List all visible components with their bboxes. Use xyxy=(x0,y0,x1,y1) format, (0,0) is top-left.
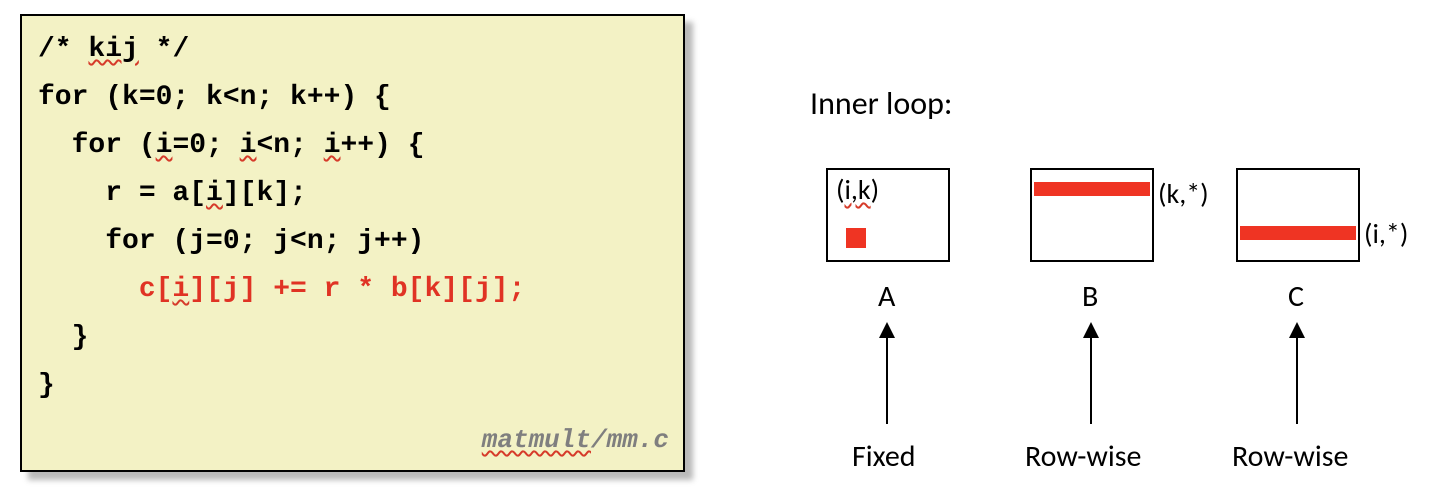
inner-loop-title: Inner loop: xyxy=(810,84,952,123)
desc-C: Row-wise xyxy=(1232,438,1348,475)
matrix-B-row xyxy=(1034,182,1150,196)
code-line-7: } xyxy=(38,314,667,362)
matrix-C xyxy=(1236,168,1360,262)
matrix-C-row xyxy=(1240,226,1356,240)
code-line-5: for (j=0; j<n; j++) xyxy=(38,218,667,266)
code-line-6: c[i][j] += r * b[k][j]; xyxy=(38,266,667,314)
slide: /* kij */ for (k=0; k<n; k++) { for (i=0… xyxy=(0,0,1450,504)
matrix-B xyxy=(1030,168,1154,262)
matrix-A-label: A xyxy=(878,278,895,315)
code-box: /* kij */ for (k=0; k<n; k++) { for (i=0… xyxy=(20,14,685,472)
desc-A: Fixed xyxy=(852,438,916,475)
label-istar: (i,*) xyxy=(1364,216,1408,251)
desc-B: Row-wise xyxy=(1025,438,1141,475)
arrow-B xyxy=(1090,324,1092,424)
code-line-3: for (i=0; i<n; i++) { xyxy=(38,122,667,170)
code-line-4: r = a[i][k]; xyxy=(38,170,667,218)
arrow-A xyxy=(886,324,888,424)
matrix-A-element xyxy=(846,228,866,248)
code-line-8: } xyxy=(38,362,667,410)
label-kstar: (k,*) xyxy=(1158,176,1209,211)
arrow-C xyxy=(1296,324,1298,424)
code-line-1: /* kij */ xyxy=(38,26,667,74)
label-ik: (i,k) xyxy=(836,172,879,207)
source-file-label: matmult/mm.c xyxy=(482,416,669,464)
matrix-C-label: C xyxy=(1288,278,1304,315)
matrix-B-label: B xyxy=(1082,278,1098,315)
code-line-2: for (k=0; k<n; k++) { xyxy=(38,74,667,122)
